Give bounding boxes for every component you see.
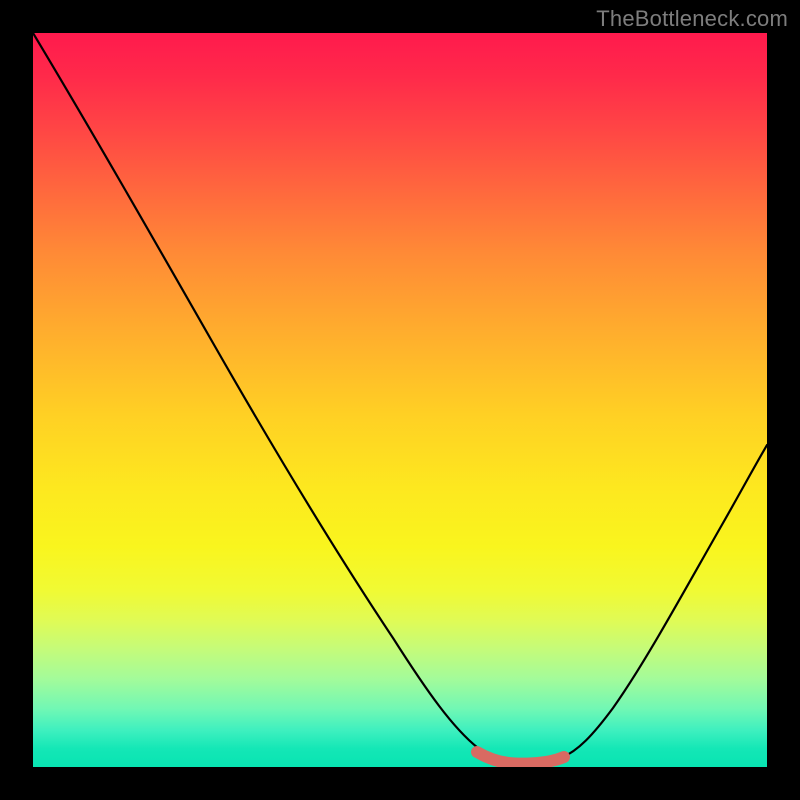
chart-frame: TheBottleneck.com [0, 0, 800, 800]
watermark-text: TheBottleneck.com [596, 6, 788, 32]
optimal-range-marker [477, 752, 564, 764]
bottleneck-curve [33, 33, 767, 767]
plot-area [33, 33, 767, 767]
curve-line [33, 33, 767, 763]
